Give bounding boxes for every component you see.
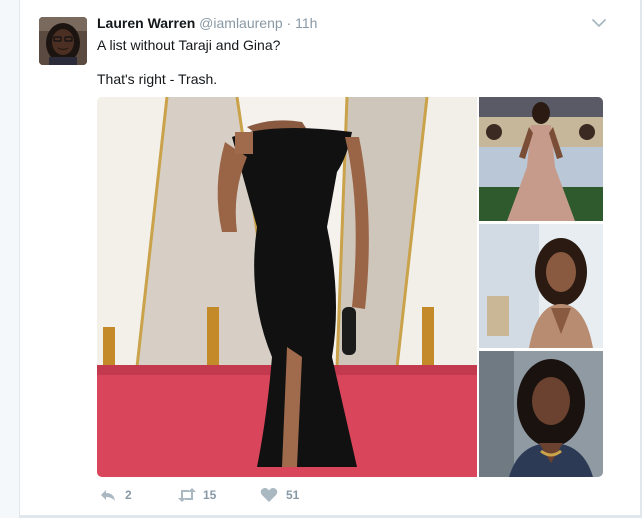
retweet-button[interactable]: 15: [177, 487, 216, 503]
media-grid: [97, 97, 603, 477]
tweet-timestamp[interactable]: 11h: [295, 15, 317, 31]
like-button[interactable]: 51: [260, 487, 299, 503]
tweet[interactable]: Lauren Warren @iamlaurenp · 11h A list w…: [20, 0, 640, 515]
tweet-text-line: A list without Taraji and Gina?: [97, 37, 281, 53]
photo-red-carpet-black-gown[interactable]: [97, 97, 477, 477]
heart-icon: [260, 487, 278, 503]
retweet-count: 15: [203, 488, 217, 502]
author-name[interactable]: Lauren Warren: [97, 15, 195, 31]
reply-count: 2: [125, 488, 132, 502]
reply-button[interactable]: 2: [99, 487, 132, 503]
retweet-icon: [177, 487, 196, 503]
chevron-down-icon[interactable]: [590, 16, 608, 28]
reply-icon: [99, 487, 117, 503]
meta-separator: ·: [286, 15, 292, 31]
author-handle[interactable]: @iamlaurenp: [199, 15, 282, 31]
photo-gala-pink-gown[interactable]: [479, 97, 603, 221]
avatar[interactable]: [39, 17, 87, 65]
tweet-header: Lauren Warren @iamlaurenp · 11h: [97, 15, 317, 31]
tweet-text: A list without Taraji and Gina? That's r…: [97, 36, 597, 89]
timeline-left-gutter: [0, 0, 20, 518]
like-count: 51: [286, 488, 300, 502]
photo-portrait-office[interactable]: [479, 224, 603, 348]
photo-portrait-blue-blazer[interactable]: [479, 351, 603, 477]
tweet-text-line: That's right - Trash.: [97, 71, 218, 87]
